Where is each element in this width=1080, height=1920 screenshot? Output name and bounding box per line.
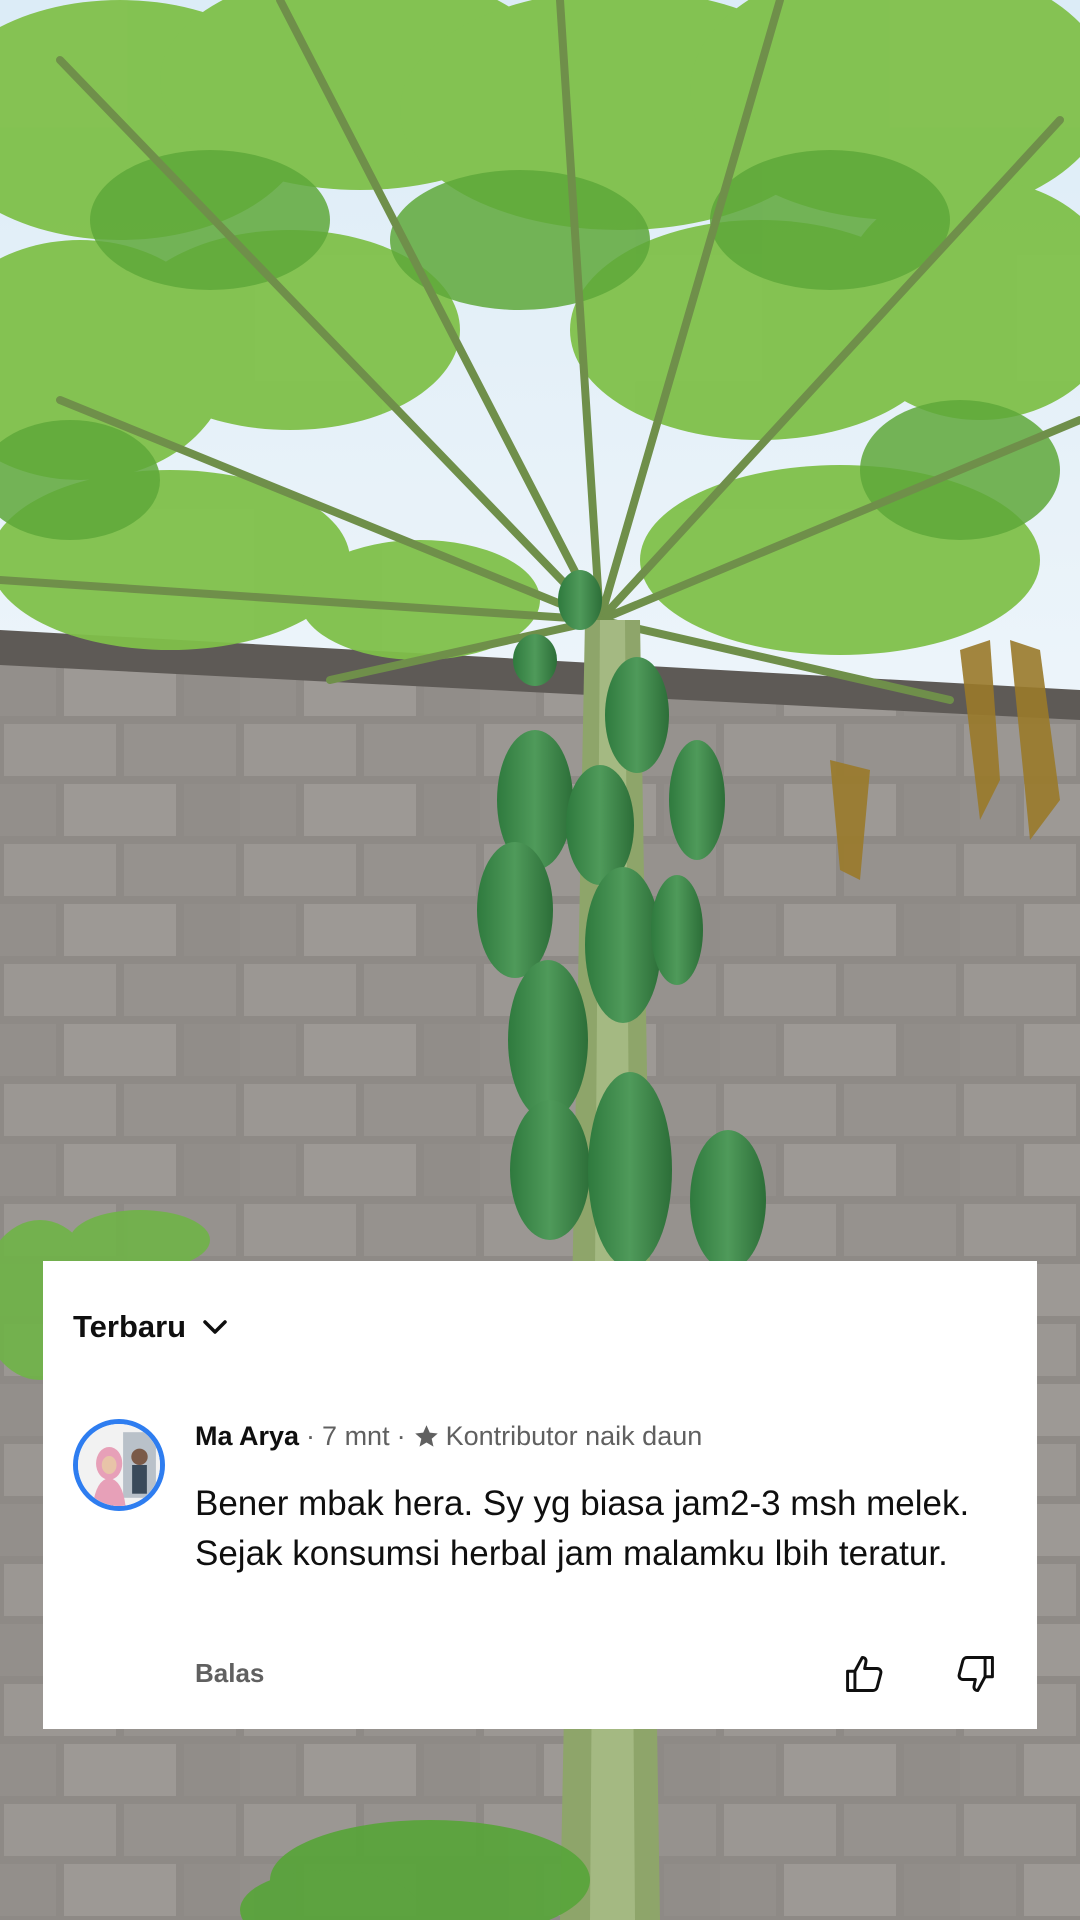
- contributor-badge: Kontributor naik daun: [445, 1421, 703, 1451]
- reply-button[interactable]: Balas: [195, 1658, 264, 1689]
- like-button[interactable]: [843, 1652, 887, 1696]
- video-frame: Terbaru Ma Arya · 7 mnt · Kontributor na…: [0, 0, 1080, 1920]
- dislike-button[interactable]: [953, 1652, 997, 1696]
- star-icon: [414, 1425, 438, 1447]
- meta-separator: ·: [306, 1421, 316, 1451]
- comment-meta: Ma Arya · 7 mnt · Kontributor naik daun: [195, 1421, 702, 1452]
- meta-separator: ·: [396, 1421, 406, 1451]
- comment-time: 7 mnt: [322, 1421, 390, 1451]
- avatar[interactable]: [73, 1419, 165, 1511]
- sort-label: Terbaru: [73, 1309, 187, 1344]
- chevron-down-icon: [203, 1320, 227, 1334]
- thumbs-up-icon: [846, 1656, 883, 1692]
- comment-card: Terbaru Ma Arya · 7 mnt · Kontributor na…: [43, 1261, 1037, 1729]
- comment-author[interactable]: Ma Arya: [195, 1421, 299, 1452]
- thumbs-down-icon: [957, 1656, 994, 1692]
- avatar-photo: [78, 1424, 160, 1506]
- sort-dropdown[interactable]: Terbaru: [73, 1309, 230, 1345]
- comment-text: Bener mbak hera. Sy yg biasa jam2-3 msh …: [195, 1484, 970, 1573]
